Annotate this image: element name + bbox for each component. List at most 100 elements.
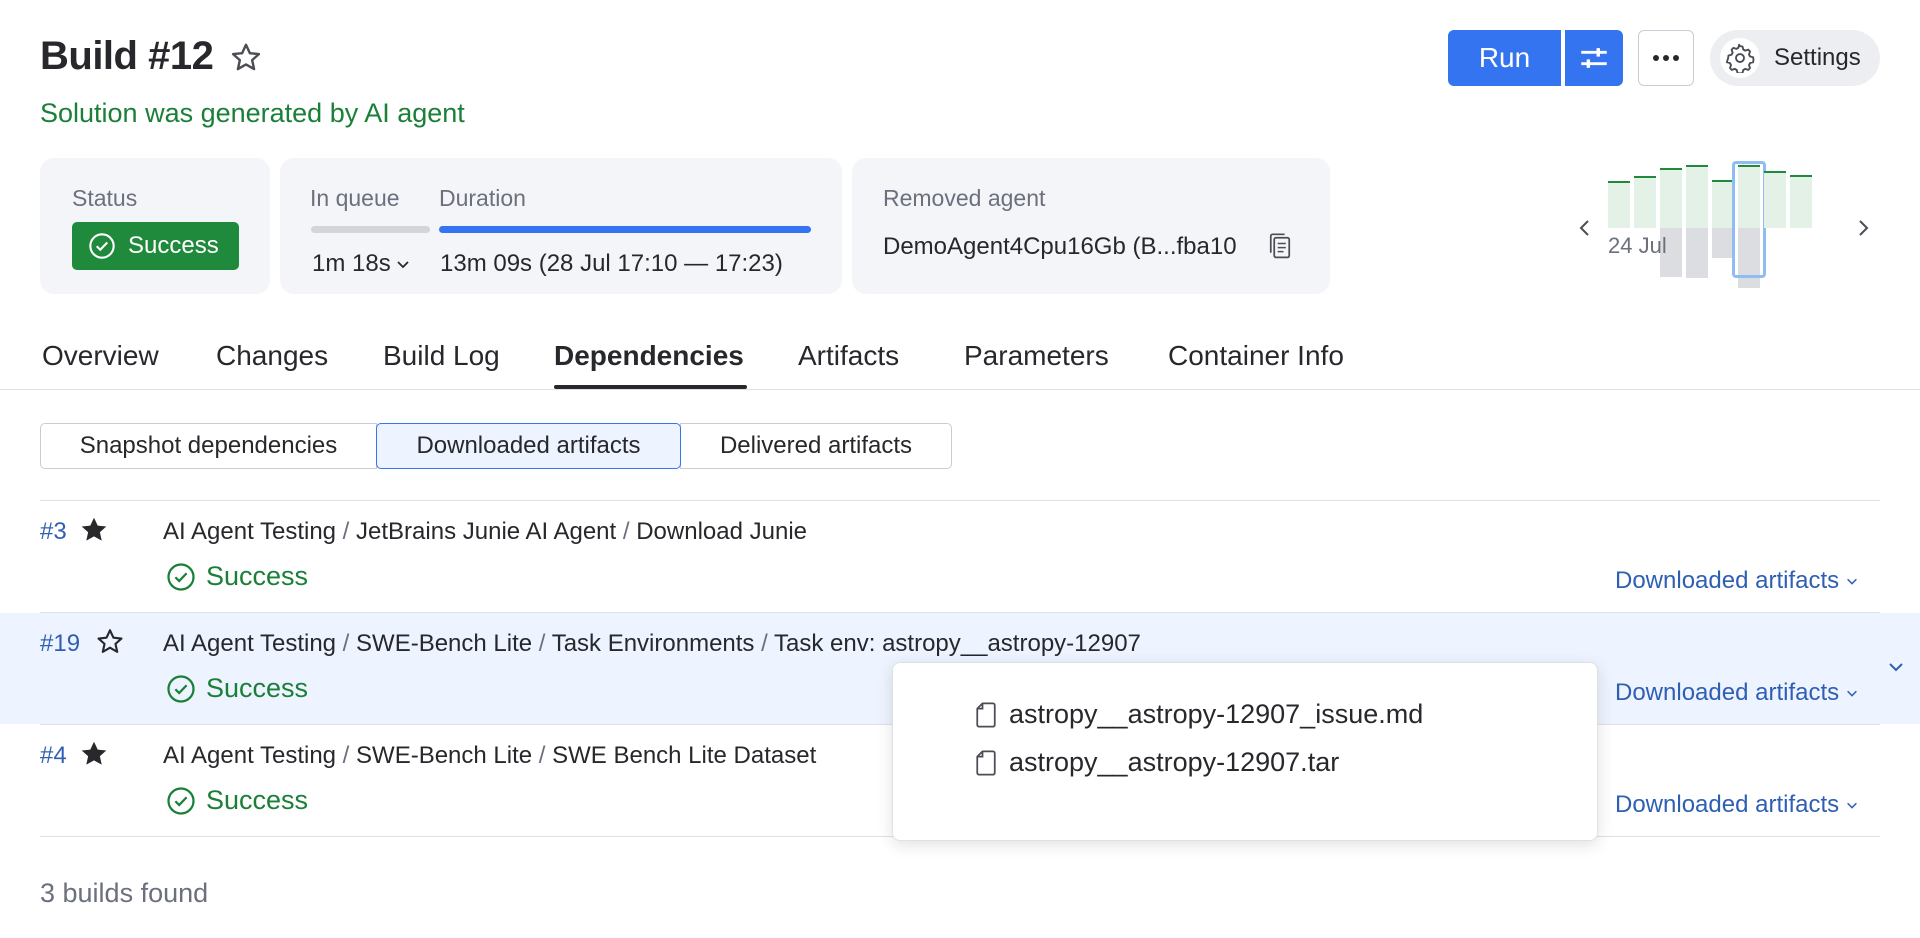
star-outline-icon[interactable] <box>228 40 264 76</box>
artifact-file-item[interactable]: astropy__astropy-12907_issue.md <box>975 699 1423 730</box>
segment-delivered-artifacts[interactable]: Delivered artifacts <box>680 423 952 469</box>
build-status: Success <box>166 561 308 592</box>
path-segment[interactable]: AI Agent Testing <box>163 742 336 769</box>
list-divider <box>40 612 1880 613</box>
path-segment[interactable]: SWE-Bench Lite <box>356 742 532 769</box>
queue-dropdown[interactable]: 1m 18s <box>312 250 411 278</box>
star-outline-icon[interactable] <box>94 626 126 658</box>
more-horizontal-icon <box>1653 55 1679 61</box>
chevron-left-icon[interactable] <box>1573 216 1597 240</box>
list-divider <box>40 500 1880 501</box>
check-circle-icon <box>167 674 195 703</box>
history-bar-duration <box>1686 228 1708 278</box>
history-bar[interactable] <box>1686 165 1708 228</box>
run-button[interactable]: Run <box>1448 30 1561 86</box>
history-bar[interactable] <box>1712 180 1734 228</box>
status-label: Status <box>72 185 138 211</box>
link-label: Downloaded artifacts <box>1615 679 1840 706</box>
more-actions-button[interactable] <box>1638 30 1694 86</box>
build-status: Success <box>166 673 308 704</box>
artifact-file-name: astropy__astropy-12907.tar <box>1009 747 1340 777</box>
chevron-down-icon <box>1847 802 1858 809</box>
downloaded-artifacts-link[interactable]: Downloaded artifacts <box>1615 679 1859 707</box>
path-segment[interactable]: SWE Bench Lite Dataset <box>552 742 816 769</box>
link-label: Downloaded artifacts <box>1615 567 1840 594</box>
tab-changes[interactable]: Changes <box>216 340 328 372</box>
build-status: Success <box>166 785 308 816</box>
gear-icon <box>1720 38 1760 78</box>
page-title: Build #12 <box>40 34 214 78</box>
build-number-link[interactable]: #19 <box>40 630 80 658</box>
segment-downloaded-artifacts[interactable]: Downloaded artifacts <box>376 423 681 469</box>
check-circle-icon <box>89 233 115 259</box>
history-selected-marker <box>1732 161 1766 278</box>
status-value: Success <box>128 232 219 259</box>
status-badge: Success <box>72 222 239 270</box>
file-icon <box>976 749 996 776</box>
status-text: Success <box>206 561 309 591</box>
status-text: Success <box>206 673 309 703</box>
queue-label: In queue <box>310 185 400 211</box>
path-segment[interactable]: Download Junie <box>636 518 807 545</box>
tab-build-log[interactable]: Build Log <box>383 340 500 372</box>
tabs-divider <box>0 389 1920 390</box>
run-options-button[interactable] <box>1565 30 1623 86</box>
star-filled-icon[interactable] <box>78 738 110 770</box>
history-bar[interactable] <box>1790 175 1812 228</box>
status-text: Success <box>206 785 309 815</box>
chevron-down-icon <box>1847 578 1858 585</box>
duration-label: Duration <box>439 185 526 211</box>
chevron-down-icon <box>397 261 409 269</box>
duration-bar <box>439 226 811 233</box>
history-bar[interactable] <box>1608 181 1630 228</box>
segment-snapshot-dependencies[interactable]: Snapshot dependencies <box>40 423 377 469</box>
path-segment[interactable]: AI Agent Testing <box>163 630 336 657</box>
history-bar[interactable] <box>1660 168 1682 228</box>
status-card: Status Success <box>40 158 270 294</box>
star-filled-icon[interactable] <box>78 514 110 546</box>
settings-button[interactable]: Settings <box>1710 30 1880 86</box>
tab-artifacts[interactable]: Artifacts <box>798 340 899 372</box>
queue-value: 1m 18s <box>312 250 391 277</box>
copy-icon[interactable] <box>1266 232 1294 262</box>
tab-dependencies[interactable]: Dependencies <box>554 340 744 372</box>
duration-value: 13m 09s (28 Jul 17:10 — 17:23) <box>440 250 783 277</box>
build-number-link[interactable]: #4 <box>40 742 67 770</box>
active-tab-indicator <box>554 385 747 389</box>
path-segment[interactable]: Task Environments <box>552 630 755 657</box>
chevron-right-icon[interactable] <box>1851 216 1875 240</box>
downloaded-artifacts-link[interactable]: Downloaded artifacts <box>1615 791 1859 819</box>
agent-value: DemoAgent4Cpu16Gb (B...fba10 <box>883 233 1237 260</box>
path-segment[interactable]: SWE-Bench Lite <box>356 630 532 657</box>
link-label: Downloaded artifacts <box>1615 791 1840 818</box>
artifact-file-item[interactable]: astropy__astropy-12907.tar <box>975 747 1339 778</box>
timing-card: In queue Duration 1m 18s 13m 09s (28 Jul… <box>280 158 842 294</box>
check-circle-icon <box>167 562 195 591</box>
agent-label: Removed agent <box>883 185 1046 211</box>
path-segment[interactable]: Task env: astropy__astropy-12907 <box>774 630 1141 657</box>
tab-overview[interactable]: Overview <box>42 340 159 372</box>
file-icon <box>976 701 996 728</box>
settings-label: Settings <box>1774 44 1861 71</box>
history-bar[interactable] <box>1764 171 1786 228</box>
agent-card: Removed agent DemoAgent4Cpu16Gb (B...fba… <box>852 158 1330 294</box>
history-bar[interactable] <box>1634 176 1656 228</box>
results-count: 3 builds found <box>40 878 209 908</box>
tab-container-info[interactable]: Container Info <box>1168 340 1344 372</box>
build-number-link[interactable]: #3 <box>40 518 67 546</box>
sliders-icon <box>1581 48 1607 68</box>
queue-bar <box>311 226 430 233</box>
downloaded-artifacts-link[interactable]: Downloaded artifacts <box>1615 567 1859 595</box>
path-segment[interactable]: AI Agent Testing <box>163 518 336 545</box>
history-bar-duration <box>1712 228 1734 258</box>
build-subtitle: Solution was generated by AI agent <box>40 98 465 128</box>
build-path: AI Agent Testing / JetBrains Junie AI Ag… <box>163 518 807 545</box>
build-path: AI Agent Testing / SWE-Bench Lite / SWE … <box>163 742 817 769</box>
path-segment[interactable]: JetBrains Junie AI Agent <box>356 518 616 545</box>
artifact-file-name: astropy__astropy-12907_issue.md <box>1009 699 1424 729</box>
artifacts-popup: astropy__astropy-12907_issue.md astropy_… <box>892 662 1598 841</box>
expand-row-chevron-icon[interactable] <box>1884 655 1908 679</box>
tab-parameters[interactable]: Parameters <box>964 340 1109 372</box>
history-date-label: 24 Jul <box>1608 233 1667 258</box>
build-path: AI Agent Testing / SWE-Bench Lite / Task… <box>163 630 1141 657</box>
